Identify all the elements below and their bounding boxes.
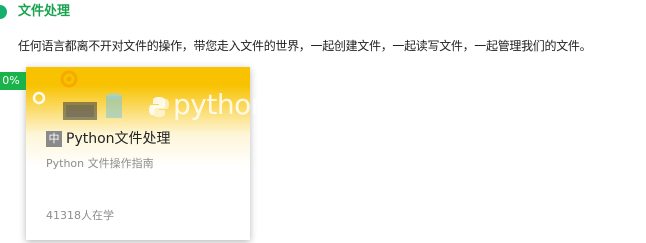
course-title-row[interactable]: 中 Python文件处理	[46, 130, 171, 148]
section-title: 文件处理	[18, 4, 71, 19]
small-gear-icon	[32, 91, 46, 105]
course-title[interactable]: Python文件处理	[66, 130, 171, 148]
learner-count: 41318人在学	[46, 209, 114, 222]
python-logo-icon	[149, 97, 169, 117]
monitor-icon	[63, 102, 97, 120]
course-subtitle: Python 文件操作指南	[46, 157, 154, 170]
progress-badge: 0%	[0, 72, 26, 90]
python-wordmark: python	[173, 88, 268, 121]
section-description: 任何语言都离不开对文件的操作，带您走入文件的世界，一起创建文件，一起读写文件，一…	[18, 39, 592, 53]
cylinder-icon	[106, 93, 122, 118]
level-badge: 中	[46, 131, 62, 147]
gear-icon	[60, 70, 78, 88]
section-bullet-icon	[0, 5, 7, 19]
page: 文件处理 任何语言都离不开对文件的操作，带您走入文件的世界，一起创建文件，一起读…	[0, 0, 646, 243]
